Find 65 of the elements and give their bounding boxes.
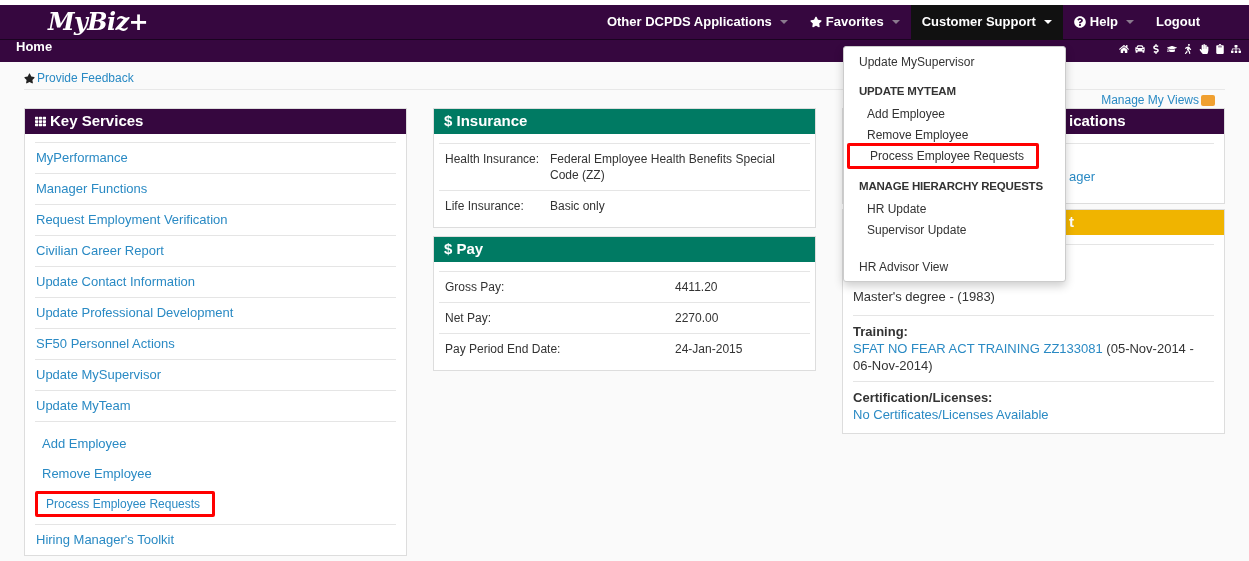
graduation-cap-icon[interactable] [1167,44,1177,54]
feedback-link[interactable]: Provide Feedback [37,69,134,87]
nav-menu-item[interactable]: Customer Support [910,4,1063,40]
training-text: SFAT NO FEAR ACT TRAINING ZZ133081 (05-Nov-2014 - 06-Nov-2014) [853,339,1195,374]
service-link[interactable]: Civilian Career Report [36,243,164,259]
field-value: Federal Employee Health Benefits Special Code (ZZ) [550,151,776,183]
field-label: Pay Period End Date: [444,341,562,357]
menu-item[interactable]: HR Advisor View [844,259,949,274]
hand-icon[interactable] [1199,44,1209,54]
training-link[interactable]: SFAT NO FEAR ACT TRAINING ZZ133081 [853,340,1103,356]
field-value: 24-Jan-2015 [675,341,744,357]
help-icon [1073,16,1086,28]
car-icon[interactable] [1135,44,1145,54]
star-icon [24,72,35,84]
panel-title: Key Services [50,111,144,132]
section-label: Training: [853,322,909,340]
service-link[interactable]: Hiring Manager's Toolkit [36,532,175,548]
menu-item[interactable]: Process Employee Requests [850,149,1025,164]
panel-title: $ Pay [444,239,484,260]
dollar-icon[interactable] [1151,44,1161,54]
menu-item[interactable]: Supervisor Update [847,222,967,237]
nav-menu-item[interactable]: Other DCPDS Applications [595,4,799,40]
service-link[interactable]: SF50 Personnel Actions [36,336,175,352]
star-icon [809,16,822,28]
service-sublink[interactable]: Add Employee [35,436,127,452]
clipboard-icon[interactable] [1215,44,1225,54]
page-title: Home [16,40,53,54]
sitemap-icon[interactable] [1231,44,1241,54]
service-sublink[interactable]: Process Employee Requests [38,497,201,512]
menu-item[interactable]: HR Update [847,201,927,216]
field-label: Life Insurance: [444,198,525,214]
section-label: Certification/Licenses: [853,388,994,406]
panel-title: $ Insurance [444,111,528,132]
field-value: 2270.00 [675,310,720,326]
field-value: Basic only [550,198,606,214]
service-link[interactable]: Manager Functions [36,181,148,197]
menu-section-header: MANAGE HIERARCHY REQUESTS [859,179,1043,192]
walking-person-icon[interactable] [1183,44,1193,54]
grid-icon [35,116,46,127]
service-link[interactable]: MyPerformance [36,150,128,166]
field-label: Net Pay: [444,310,493,326]
menu-item[interactable]: Update MySupervisor [844,54,975,69]
degree-text: Master's degree - (1983) [853,289,995,304]
menu-item[interactable]: Add Employee [847,107,946,122]
service-link[interactable]: Update MyTeam [36,398,131,414]
menu-section-header: UPDATE MYTEAM [859,85,956,97]
service-link[interactable]: Update Contact Information [36,274,195,290]
panel-title: ications [1069,111,1126,132]
field-label: Health Insurance: [444,151,541,168]
manage-views-link[interactable]: Manage My Views [1101,91,1199,109]
home-icon[interactable] [1119,44,1129,54]
service-link[interactable]: Update MySupervisor [36,367,161,383]
nav-menu-item[interactable]: Help [1062,4,1145,40]
field-value: 4411.20 [675,279,719,295]
nav-menu-item[interactable]: Logout [1144,4,1211,40]
service-sublink[interactable]: Remove Employee [35,466,152,482]
nav-menu-item[interactable]: Favorites [798,4,911,40]
menu-item[interactable]: Remove Employee [847,128,969,143]
certification-link[interactable]: No Certificates/Licenses Available [853,406,1049,422]
field-label: Gross Pay: [444,279,506,295]
application-link[interactable]: ager [1069,169,1096,184]
service-link[interactable]: Request Employment Verification [36,212,228,228]
logo[interactable]: MyBiz+ [48,4,149,40]
service-link[interactable]: Update Professional Development [36,305,234,321]
panel-title: t [1069,212,1074,233]
